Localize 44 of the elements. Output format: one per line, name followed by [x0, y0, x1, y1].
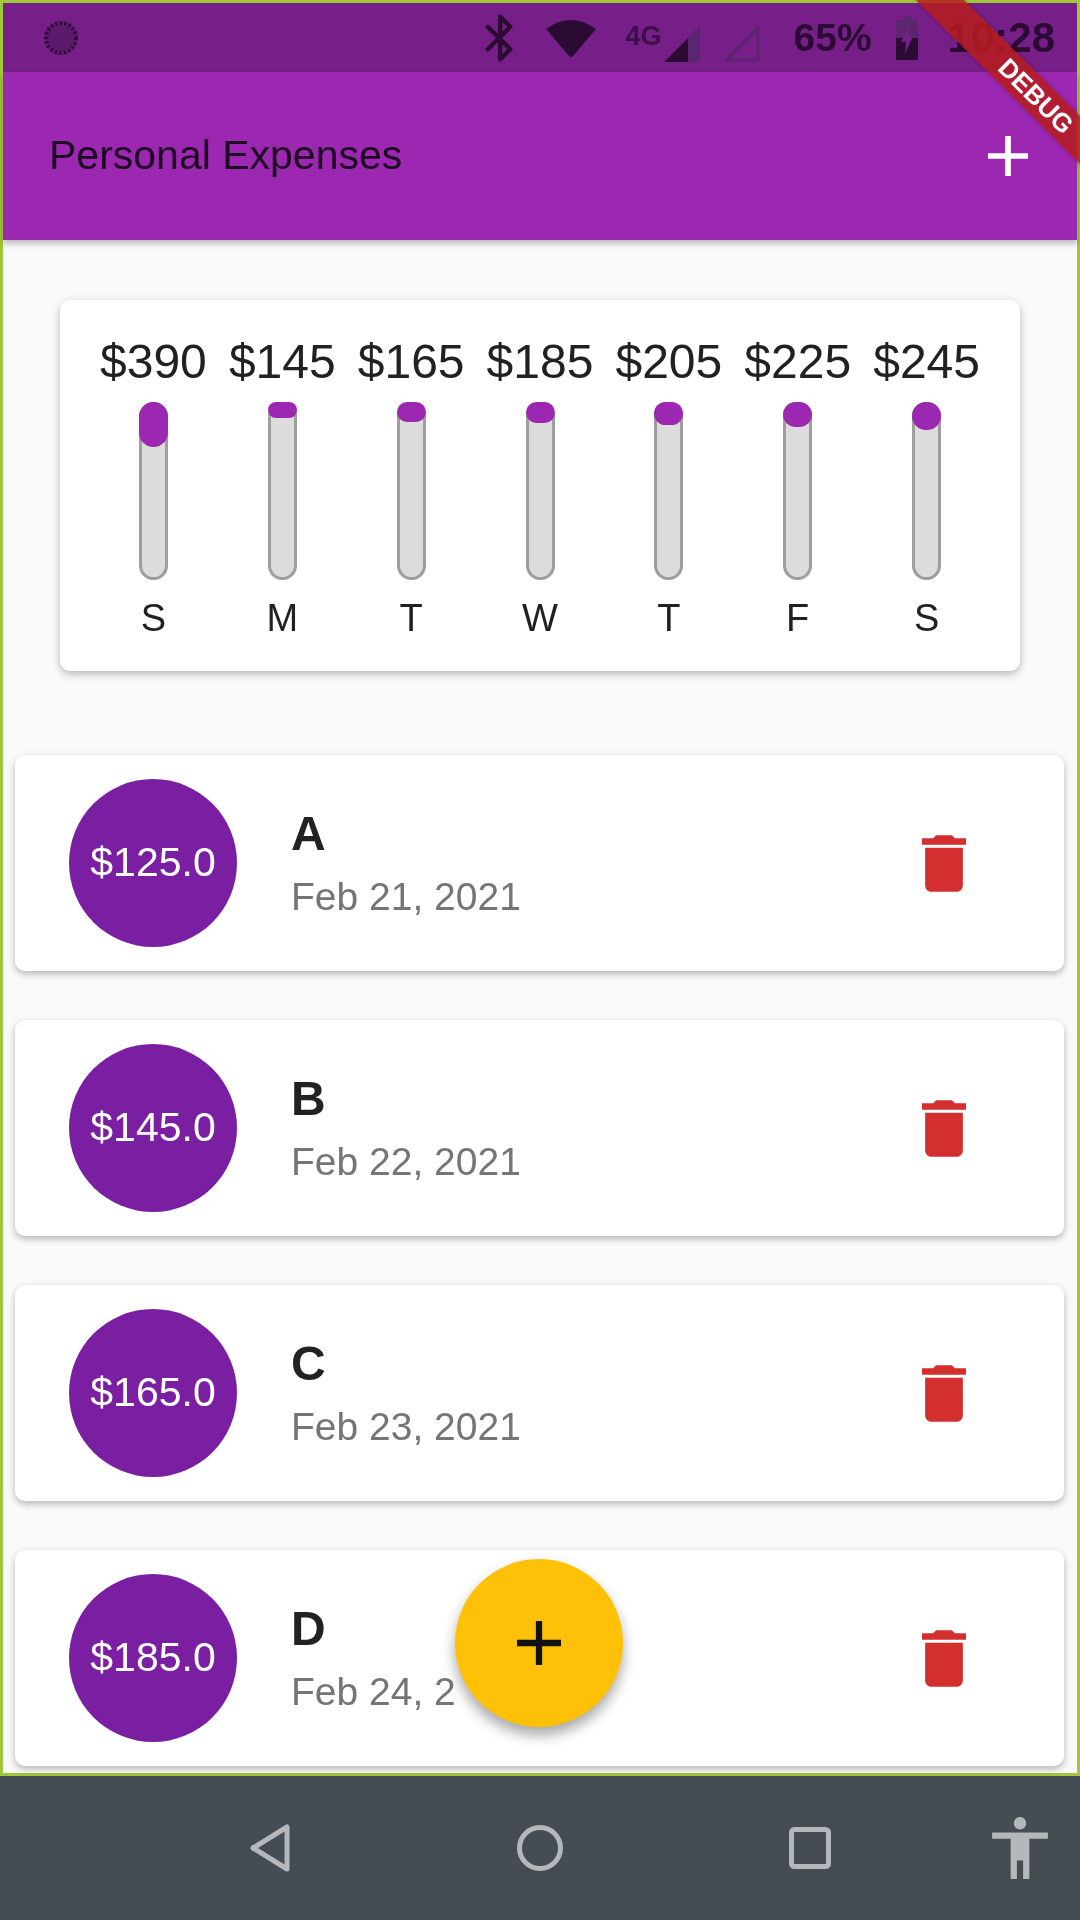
expense-title: D	[291, 1601, 327, 1657]
amount-label: $225	[744, 334, 852, 390]
app-title: Personal Expenses	[49, 131, 403, 181]
amount-label: $145	[228, 334, 336, 390]
day-label: S	[140, 596, 167, 640]
wifi-icon	[545, 18, 598, 57]
expense-date: Feb 21, 2021	[291, 874, 521, 920]
day-label: M	[266, 596, 299, 640]
trash-icon	[922, 1629, 966, 1687]
plus-icon	[517, 1621, 561, 1665]
triangle-icon	[250, 1824, 290, 1872]
day-label: T	[657, 596, 681, 640]
signal-icon	[663, 25, 700, 62]
plus-icon	[988, 136, 1028, 176]
amount-label: $390	[100, 334, 207, 390]
accessibility-icon	[992, 1817, 1048, 1879]
trash-icon	[922, 1099, 966, 1157]
expense-title: A	[291, 806, 327, 862]
bluetooth-icon	[485, 13, 514, 62]
trash-icon	[922, 834, 966, 892]
amount-circle: $185.0	[69, 1574, 237, 1742]
charging-battery-icon	[895, 15, 918, 60]
amount-label: $245	[873, 334, 980, 390]
amount-circle: $165.0	[69, 1309, 237, 1477]
expense-title: B	[291, 1071, 327, 1127]
trash-icon	[922, 1364, 966, 1422]
empty-signal-icon	[723, 25, 760, 62]
expense-date: Feb 22, 2021	[291, 1139, 521, 1185]
circle-icon	[517, 1825, 563, 1871]
amount-circle: $145.0	[69, 1044, 237, 1212]
square-icon	[789, 1827, 831, 1869]
network-label: 4G	[625, 22, 662, 50]
expense-date: Feb 23, 2021	[291, 1404, 521, 1450]
day-label: W	[522, 596, 558, 640]
amount-label: $205	[615, 334, 723, 390]
expense-title: C	[291, 1336, 327, 1392]
battery-percent: 65%	[793, 18, 872, 57]
day-label: F	[786, 596, 810, 640]
amount-label: $165	[357, 334, 465, 390]
day-label: S	[913, 596, 940, 640]
expense-date: Feb 24, 2	[291, 1669, 456, 1715]
amount-circle: $125.0	[69, 779, 237, 947]
day-label: T	[399, 596, 423, 640]
amount-label: $185	[486, 334, 594, 390]
